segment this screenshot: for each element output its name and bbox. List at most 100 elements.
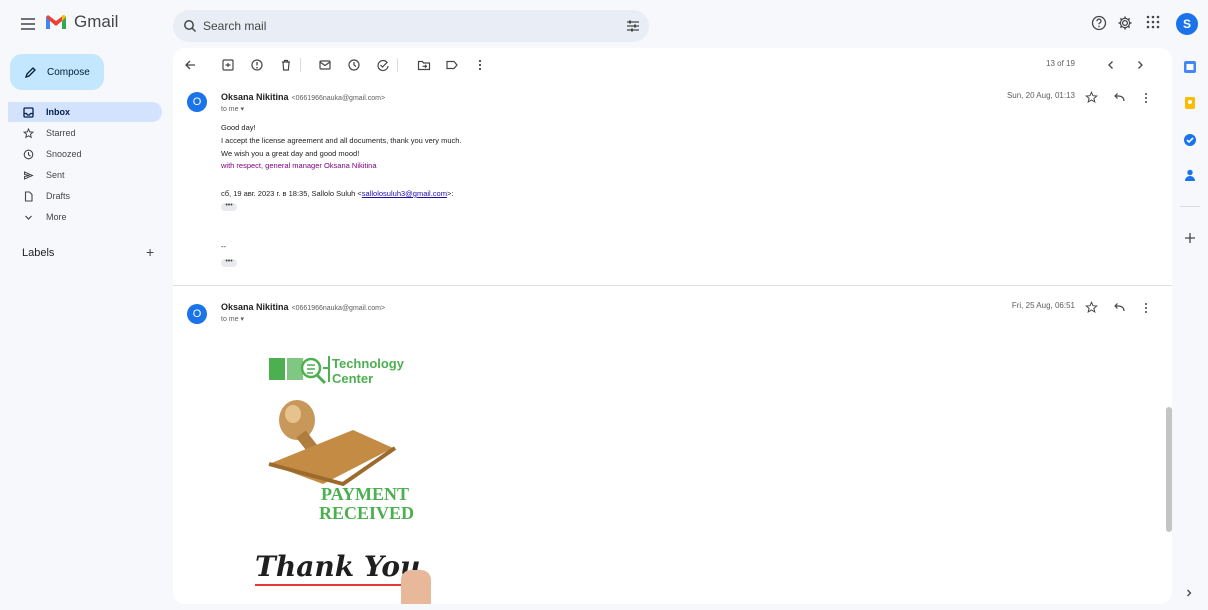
add-label-button[interactable]: +	[146, 244, 154, 260]
sender-name[interactable]: Oksana Nikitina <0661966nauka@gmail.com>	[221, 92, 385, 102]
sender-email: <0661966nauka@gmail.com>	[291, 95, 386, 102]
compose-label: Compose	[47, 66, 90, 78]
settings-gear-icon[interactable]	[1117, 15, 1135, 33]
sidebar-item-label: Starred	[46, 128, 76, 138]
sidebar-item-inbox[interactable]: Inbox	[8, 102, 162, 122]
thank-you-text: Thank You	[255, 550, 421, 583]
archive-icon[interactable]	[221, 58, 235, 72]
logo-text-line1: Technology	[332, 356, 404, 371]
account-avatar[interactable]: S	[1176, 13, 1198, 35]
chevron-right-icon[interactable]	[1133, 58, 1147, 72]
underline-stroke	[255, 584, 405, 586]
labels-heading: Labels	[22, 247, 55, 259]
message-view: 13 of 19 O Oksana Nikitina <0661966nauka@…	[173, 48, 1172, 604]
recipients-toggle[interactable]: to me ▾	[221, 105, 244, 113]
sender-name-text: Oksana Nikitina	[221, 302, 289, 312]
trash-icon[interactable]	[279, 58, 293, 72]
sidebar-item-label: Drafts	[46, 191, 71, 201]
search-icon[interactable]	[183, 19, 197, 33]
mark-unread-icon[interactable]	[318, 58, 332, 72]
quote-header: сб, 19 авг. 2023 г. в 18:35, Sallolo Sul…	[221, 189, 453, 198]
move-to-folder-icon[interactable]	[417, 58, 431, 72]
message-divider	[173, 285, 1172, 286]
back-arrow-icon[interactable]	[183, 58, 197, 72]
sidebar-item-label: Snoozed	[46, 149, 82, 159]
search-options-icon[interactable]	[626, 20, 640, 32]
sender-name[interactable]: Oksana Nikitina <0661966nauka@gmail.com>	[221, 302, 385, 312]
clock-icon	[22, 148, 34, 160]
scrollbar-thumb[interactable]	[1166, 407, 1172, 532]
snooze-clock-icon[interactable]	[347, 58, 361, 72]
show-trimmed-content-button[interactable]: •••	[221, 258, 237, 267]
star-icon[interactable]	[1085, 301, 1099, 315]
sidebar-item-starred[interactable]: Starred	[8, 123, 162, 143]
add-app-icon[interactable]	[1183, 231, 1197, 245]
main-menu-icon[interactable]	[18, 14, 38, 34]
logo-text-line2: Center	[332, 371, 374, 386]
sender-avatar[interactable]: O	[187, 304, 207, 324]
expand-side-panel-icon[interactable]	[1184, 588, 1194, 598]
sidebar-item-label: Inbox	[46, 107, 70, 117]
received-text: RECEIVED	[319, 503, 415, 523]
stamp-icon	[261, 398, 411, 488]
toolbar-divider	[397, 58, 398, 72]
toolbar-divider	[300, 58, 301, 72]
show-trimmed-content-button[interactable]: •••	[221, 202, 237, 211]
sender-avatar[interactable]: O	[187, 92, 207, 112]
gmail-logo[interactable]: Gmail	[44, 12, 118, 32]
quote-suffix: >:	[446, 189, 454, 198]
quote-email-link[interactable]: sallolosuluh3@gmail.com	[362, 189, 447, 198]
keep-app-icon[interactable]	[1183, 96, 1197, 110]
inbox-icon	[22, 106, 34, 118]
top-bar: Gmail S	[0, 0, 1208, 48]
sender-email: <0661966nauka@gmail.com>	[291, 305, 386, 312]
hand-icon	[401, 570, 431, 604]
sidebar-item-sent[interactable]: Sent	[8, 165, 162, 185]
label-tag-icon[interactable]	[445, 58, 459, 72]
more-vertical-icon[interactable]	[1139, 301, 1153, 315]
reply-icon[interactable]	[1112, 91, 1126, 105]
sender-name-text: Oksana Nikitina	[221, 92, 289, 102]
rail-divider	[1180, 206, 1200, 207]
quote-prefix: сб, 19 авг. 2023 г. в 18:35, Sallolo Sul…	[221, 189, 362, 198]
more-vertical-icon[interactable]	[473, 58, 487, 72]
message-count: 13 of 19	[1046, 59, 1075, 68]
apps-grid-icon[interactable]	[1146, 15, 1164, 33]
sidebar-item-label: Sent	[46, 170, 65, 180]
book-magnifier-icon	[269, 356, 330, 385]
signature-separator: --	[221, 242, 226, 251]
more-vertical-icon[interactable]	[1139, 91, 1153, 105]
reply-icon[interactable]	[1112, 301, 1126, 315]
sidebar-item-drafts[interactable]: Drafts	[8, 186, 162, 206]
star-icon[interactable]	[1085, 91, 1099, 105]
payment-text: PAYMENT	[321, 484, 410, 504]
tasks-app-icon[interactable]	[1183, 133, 1197, 147]
body-line: Good day!	[221, 123, 256, 132]
chevron-down-icon	[22, 211, 34, 223]
message-toolbar: 13 of 19	[173, 48, 1172, 80]
send-icon	[22, 169, 34, 181]
compose-button[interactable]: Compose	[10, 54, 104, 90]
star-icon	[22, 127, 34, 139]
search-bar[interactable]	[173, 10, 649, 42]
recipients-toggle[interactable]: to me ▾	[221, 315, 244, 323]
chevron-left-icon[interactable]	[1104, 58, 1118, 72]
embedded-image[interactable]: Technology Center PAYMENT RECEIVED Thank…	[251, 344, 451, 604]
body-line: I accept the license agreement and all d…	[221, 136, 462, 145]
sidebar-item-snoozed[interactable]: Snoozed	[8, 144, 162, 164]
search-input[interactable]	[203, 10, 583, 42]
contacts-app-icon[interactable]	[1183, 168, 1197, 182]
calendar-app-icon[interactable]	[1183, 60, 1197, 74]
sidebar-item-label: More	[46, 212, 67, 222]
signature-line: with respect, general manager Oksana Nik…	[221, 161, 377, 170]
draft-file-icon	[22, 190, 34, 202]
message-date: Fri, 25 Aug, 06:51	[1011, 301, 1075, 310]
report-spam-icon[interactable]	[250, 58, 264, 72]
message-date: Sun, 20 Aug, 01:13	[1006, 91, 1075, 100]
add-task-icon[interactable]	[376, 58, 390, 72]
sidebar-item-more[interactable]: More	[8, 207, 162, 227]
body-line: We wish you a great day and good mood!	[221, 149, 360, 158]
gmail-m-icon	[46, 15, 66, 29]
help-icon[interactable]	[1091, 15, 1109, 33]
technology-center-logo: Technology Center	[267, 352, 404, 392]
